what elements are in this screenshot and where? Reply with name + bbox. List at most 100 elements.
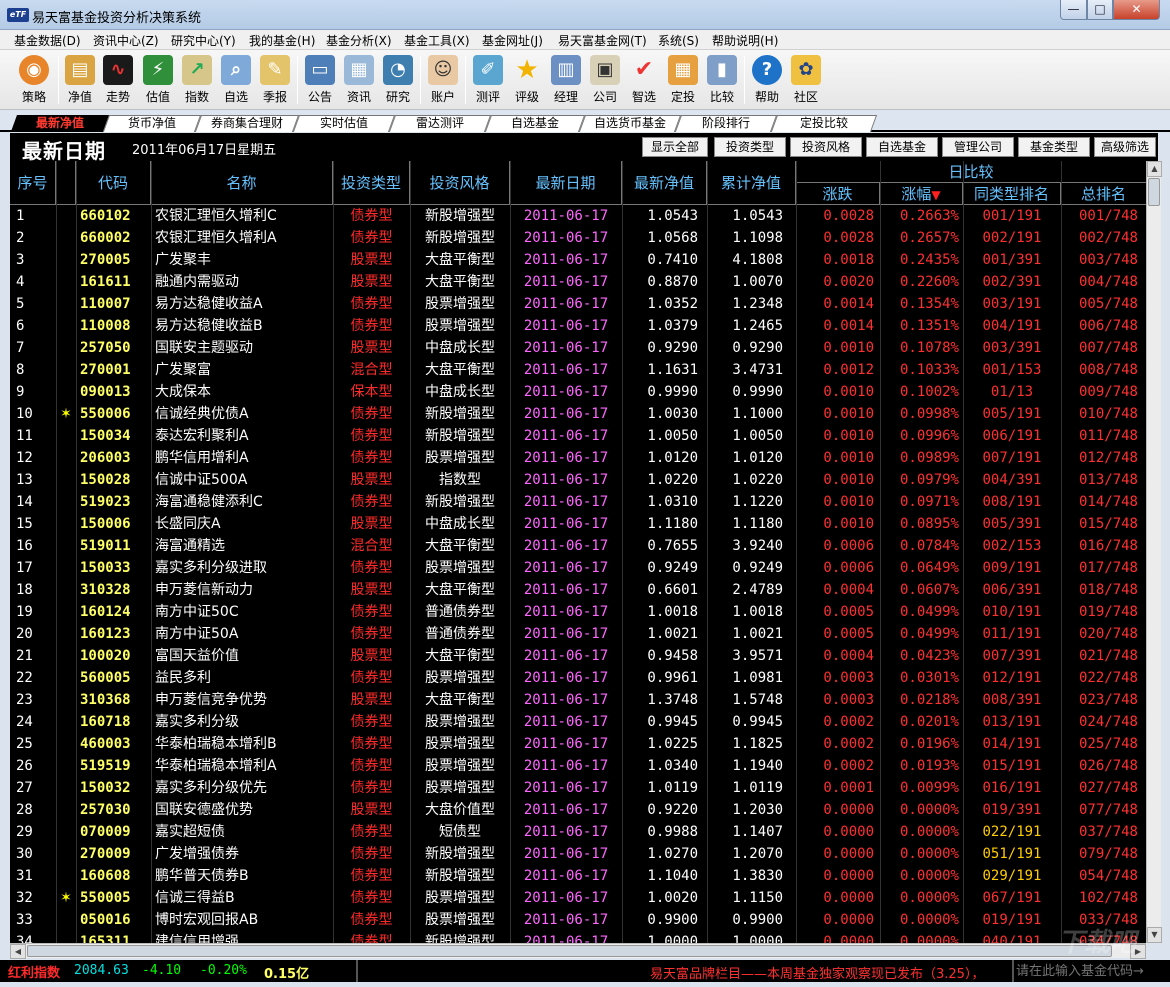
company-dropdown[interactable]: 管理公司 — [942, 137, 1014, 157]
table-row[interactable]: 5 110007 易方达稳健收益A 债券型 股票增强型 2011-06-17 1.0352 1… — [10, 293, 1146, 315]
table-row[interactable]: 7 257050 国联安主题驱动 股票型 中盘成长型 2011-06-17 0.9290 0.… — [10, 337, 1146, 359]
horizontal-scrollbar[interactable]: ◀ ▶ — [10, 943, 1146, 959]
fund-type-dropdown[interactable]: 基金类型 — [1018, 137, 1090, 157]
menu-my-funds[interactable]: 我的基金(H) — [249, 32, 315, 49]
tool-rating[interactable]: ★ 评级 — [509, 53, 545, 107]
table-row[interactable]: 32 ✶ 550005 信诚三得益B 债券型 股票增强型 2011-06-17 1.0020 1… — [10, 887, 1146, 909]
menu-fund-data[interactable]: 基金数据(D) — [14, 32, 81, 49]
table-row[interactable]: 11 150034 泰达宏利聚利A 债券型 新股增强型 2011-06-17 1.0050 1… — [10, 425, 1146, 447]
news-ticker[interactable]: 易天富品牌栏目——本周基金独家观察现已发布（3.25）， — [650, 963, 984, 982]
tab-money-nav[interactable]: 货币净值 — [102, 115, 202, 132]
tool-help[interactable]: ? 帮助 — [749, 53, 785, 107]
scroll-up-icon[interactable]: ▲ — [1147, 161, 1162, 177]
table-row[interactable]: 9 090013 大成保本 保本型 中盘成长型 2011-06-17 0.9990 0.999… — [10, 381, 1146, 403]
tab-watchlist-money[interactable]: 自选货币基金 — [578, 115, 682, 132]
table-row[interactable]: 18 310328 申万菱信新动力 股票型 大盘平衡型 2011-06-17 0.6601 2… — [10, 579, 1146, 601]
col-pct[interactable]: 涨幅▼ — [880, 183, 963, 205]
tab-fixed-compare[interactable]: 定投比较 — [770, 115, 878, 132]
invest-style-dropdown[interactable]: 投资风格 — [790, 137, 862, 157]
table-row[interactable]: 34 165311 建信信用增强 债券型 新股增强型 2011-06-17 1.0000 1.… — [10, 931, 1146, 943]
table-row[interactable]: 15 150006 长盛同庆A 股票型 中盘成长型 2011-06-17 1.1180 1.1… — [10, 513, 1146, 535]
table-row[interactable]: 31 160608 鹏华普天债券B 债券型 新股增强型 2011-06-17 1.1040 1… — [10, 865, 1146, 887]
tool-news[interactable]: ▦ 资讯 — [341, 53, 377, 107]
tool-nav[interactable]: ▤ 净值 — [62, 53, 98, 107]
minimize-button[interactable]: — — [1060, 0, 1087, 20]
col-acc-nav[interactable]: 累计净值 — [707, 161, 796, 205]
table-row[interactable]: 3 270005 广发聚丰 股票型 大盘平衡型 2011-06-17 0.7410 4.180… — [10, 249, 1146, 271]
menu-fund-analysis[interactable]: 基金分析(X) — [326, 32, 392, 49]
table-row[interactable]: 2 660002 农银汇理恒久增利A 债券型 新股增强型 2011-06-17 1.0568… — [10, 227, 1146, 249]
tool-community[interactable]: ✿ 社区 — [788, 53, 824, 107]
col-name[interactable]: 名称 — [151, 161, 333, 205]
tool-trend[interactable]: ∿ 走势 — [100, 53, 136, 107]
tool-compare[interactable]: ▮ 比较 — [704, 53, 740, 107]
col-style[interactable]: 投资风格 — [410, 161, 510, 205]
menu-fund-tools[interactable]: 基金工具(X) — [404, 32, 470, 49]
table-row[interactable]: 33 050016 博时宏观回报AB 债券型 股票增强型 2011-06-17 0.9900… — [10, 909, 1146, 931]
advanced-filter-button[interactable]: 高级筛选 — [1094, 137, 1156, 157]
table-row[interactable]: 12 206003 鹏华信用增利A 债券型 股票增强型 2011-06-17 1.0120 1… — [10, 447, 1146, 469]
tool-estimate[interactable]: ⚡ 估值 — [140, 53, 176, 107]
tool-watchlist[interactable]: ⌕ 自选 — [218, 53, 254, 107]
table-row[interactable]: 4 161611 融通内需驱动 股票型 大盘平衡型 2011-06-17 0.8870 1.0… — [10, 271, 1146, 293]
tool-strategy[interactable]: ◉ 策略 — [16, 53, 52, 107]
tool-manager[interactable]: ▥ 经理 — [548, 53, 584, 107]
col-rank-type[interactable]: 同类型排名 — [963, 183, 1061, 205]
table-row[interactable]: 26 519519 华泰柏瑞稳本增利A 债券型 股票增强型 2011-06-17 1.034… — [10, 755, 1146, 777]
tool-announcement[interactable]: ▭ 公告 — [302, 53, 338, 107]
table-row[interactable]: 27 150032 嘉实多利分级优先 债券型 股票增强型 2011-06-17 1.0119… — [10, 777, 1146, 799]
menu-research-center[interactable]: 研究中心(Y) — [171, 32, 236, 49]
col-type[interactable]: 投资类型 — [333, 161, 410, 205]
invest-type-dropdown[interactable]: 投资类型 — [714, 137, 786, 157]
tool-smart-select[interactable]: ✔ 智选 — [626, 53, 662, 107]
menu-fund-links[interactable]: 基金网址(J) — [482, 32, 543, 49]
tab-latest-nav[interactable]: 最新净值 — [10, 115, 110, 132]
menu-system[interactable]: 系统(S) — [658, 32, 699, 49]
table-row[interactable]: 29 070009 嘉实超短债 债券型 短债型 2011-06-17 0.9988 1.140… — [10, 821, 1146, 843]
tool-index[interactable]: ↗ 指数 — [179, 53, 215, 107]
vertical-scrollbar[interactable]: ▲ ▼ — [1146, 161, 1162, 943]
hscroll-thumb[interactable] — [27, 945, 1112, 957]
tab-radar-eval[interactable]: 雷达测评 — [388, 115, 492, 132]
tool-quarterly[interactable]: ✎ 季报 — [257, 53, 293, 107]
fund-code-input[interactable] — [1016, 961, 1166, 981]
close-button[interactable]: ✕ — [1113, 0, 1160, 20]
tab-watchlist[interactable]: 自选基金 — [484, 115, 586, 132]
col-code[interactable]: 代码 — [76, 161, 151, 205]
col-change[interactable]: 涨跌 — [796, 183, 880, 205]
table-row[interactable]: 8 270001 广发聚富 混合型 大盘平衡型 2011-06-17 1.1631 3.473… — [10, 359, 1146, 381]
table-row[interactable]: 19 160124 南方中证50C 债券型 普通债券型 2011-06-17 1.0018 1… — [10, 601, 1146, 623]
tool-research[interactable]: ◔ 研究 — [380, 53, 416, 107]
table-row[interactable]: 21 100020 富国天益价值 股票型 大盘平衡型 2011-06-17 0.9458 3.… — [10, 645, 1146, 667]
tool-company[interactable]: ▣ 公司 — [587, 53, 623, 107]
menu-news-center[interactable]: 资讯中心(Z) — [93, 32, 159, 49]
table-row[interactable]: 30 270009 广发增强债券 债券型 新股增强型 2011-06-17 1.0270 1.… — [10, 843, 1146, 865]
tool-evaluate[interactable]: ✐ 测评 — [470, 53, 506, 107]
table-row[interactable]: 6 110008 易方达稳健收益B 债券型 股票增强型 2011-06-17 1.0379 1… — [10, 315, 1146, 337]
table-row[interactable]: 25 460003 华泰柏瑞稳本增利B 债券型 股票增强型 2011-06-17 1.022… — [10, 733, 1146, 755]
scroll-thumb[interactable] — [1148, 178, 1160, 206]
table-row[interactable]: 22 560005 益民多利 债券型 股票增强型 2011-06-17 0.9961 1.09… — [10, 667, 1146, 689]
maximize-button[interactable]: □ — [1087, 0, 1113, 20]
col-nav[interactable]: 最新净值 — [622, 161, 707, 205]
tab-realtime-estimate[interactable]: 实时估值 — [292, 115, 396, 132]
table-row[interactable]: 16 519011 海富通精选 混合型 大盘平衡型 2011-06-17 0.7655 3.9… — [10, 535, 1146, 557]
table-row[interactable]: 24 160718 嘉实多利分级 债券型 股票增强型 2011-06-17 0.9945 0.… — [10, 711, 1146, 733]
scroll-left-icon[interactable]: ◀ — [10, 944, 26, 959]
tab-stage-ranking[interactable]: 阶段排行 — [674, 115, 778, 132]
col-date[interactable]: 最新日期 — [510, 161, 622, 205]
tab-broker-products[interactable]: 券商集合理财 — [194, 115, 300, 132]
table-row[interactable]: 23 310368 申万菱信竞争优势 股票型 大盘平衡型 2011-06-17 1.3748… — [10, 689, 1146, 711]
table-row[interactable]: 10 ✶ 550006 信诚经典优债A 债券型 新股增强型 2011-06-17 1.0030… — [10, 403, 1146, 425]
menu-etf-website[interactable]: 易天富基金网(T) — [558, 32, 647, 49]
show-all-button[interactable]: 显示全部 — [642, 137, 708, 157]
table-row[interactable]: 20 160123 南方中证50A 债券型 普通债券型 2011-06-17 1.0021 1… — [10, 623, 1146, 645]
table-row[interactable]: 14 519023 海富通稳健添利C 债券型 新股增强型 2011-06-17 1.0310… — [10, 491, 1146, 513]
watchlist-dropdown[interactable]: 自选基金 — [866, 137, 938, 157]
table-row[interactable]: 13 150028 信诚中证500A 股票型 指数型 2011-06-17 1.0220 1.… — [10, 469, 1146, 491]
tool-account[interactable]: ☺ 账户 — [425, 53, 461, 107]
col-seq[interactable]: 序号 — [10, 161, 56, 205]
col-rank-total[interactable]: 总排名 — [1061, 183, 1146, 205]
tool-fixed-invest[interactable]: ▦ 定投 — [665, 53, 701, 107]
table-row[interactable]: 1 660102 农银汇理恒久增利C 债券型 新股增强型 2011-06-17 1.0543… — [10, 205, 1146, 227]
